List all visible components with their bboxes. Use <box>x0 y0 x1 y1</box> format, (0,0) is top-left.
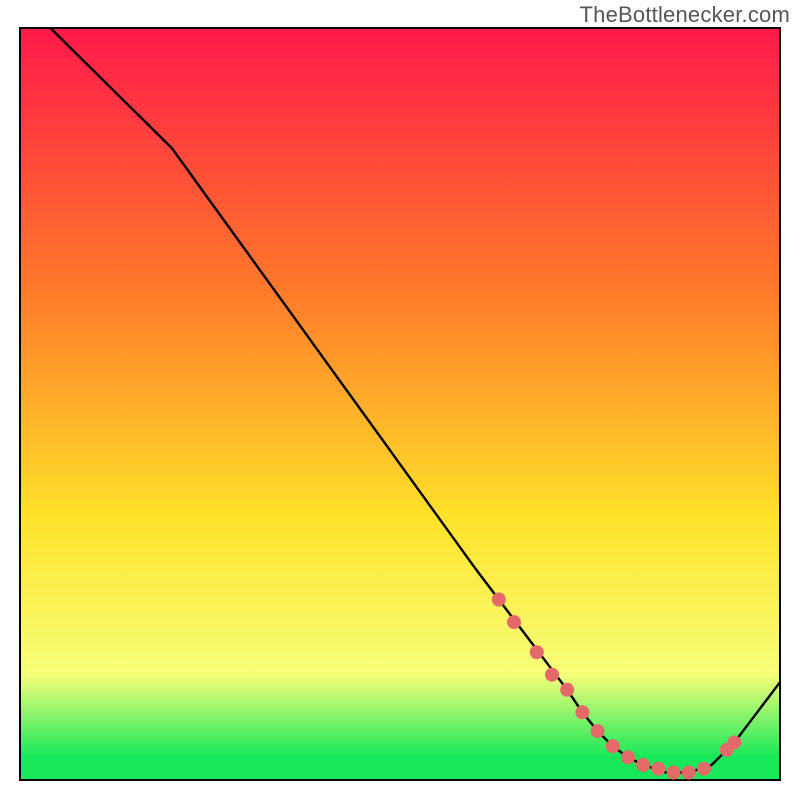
curve-marker-dot <box>651 762 665 776</box>
plot-background <box>20 28 780 780</box>
curve-marker-dot <box>545 668 559 682</box>
curve-marker-dot <box>697 762 711 776</box>
curve-marker-dot <box>727 735 741 749</box>
curve-marker-dot <box>636 758 650 772</box>
curve-marker-dot <box>667 766 681 780</box>
curve-marker-dot <box>591 724 605 738</box>
curve-marker-dot <box>507 615 521 629</box>
chart-container: TheBottlenecker.com <box>0 0 800 800</box>
attribution-text: TheBottlenecker.com <box>580 2 790 28</box>
chart-svg <box>0 0 800 800</box>
curve-marker-dot <box>682 766 696 780</box>
curve-marker-dot <box>575 705 589 719</box>
curve-marker-dot <box>621 750 635 764</box>
curve-marker-dot <box>530 645 544 659</box>
curve-marker-dot <box>606 739 620 753</box>
curve-marker-dot <box>492 593 506 607</box>
curve-marker-dot <box>560 683 574 697</box>
